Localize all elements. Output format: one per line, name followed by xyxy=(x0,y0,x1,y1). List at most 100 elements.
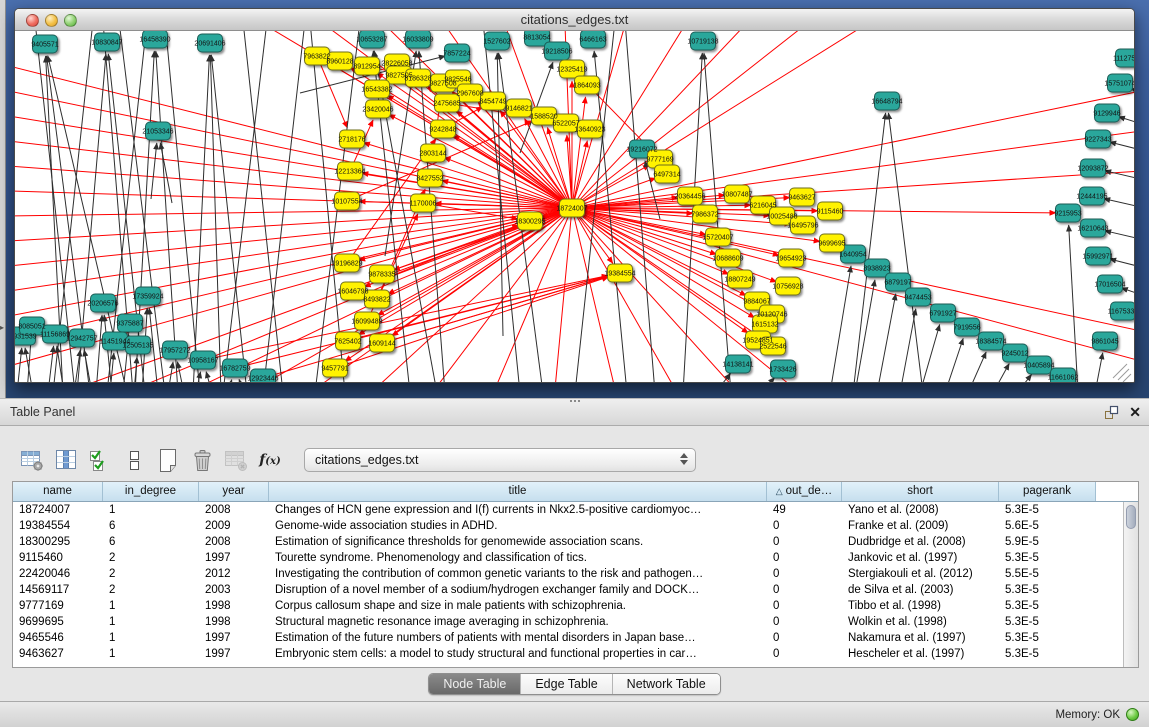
network-node-label: 10405894 xyxy=(1023,363,1054,370)
delete-columns-icon[interactable] xyxy=(188,447,216,473)
network-node-label: 6791927 xyxy=(929,311,956,318)
delete-table-icon[interactable] xyxy=(222,447,250,473)
table-cell: Stergiakouli et al. (2012) xyxy=(842,566,999,582)
table-row[interactable]: 1830029562008Estimation of significance … xyxy=(13,534,1123,550)
network-node-label: 16210643 xyxy=(1077,226,1108,233)
table-cell: 5.3E-5 xyxy=(999,614,1096,630)
combo-arrows-icon xyxy=(680,453,688,465)
show-columns-icon[interactable] xyxy=(52,447,80,473)
table-mode-icon[interactable] xyxy=(18,447,46,473)
table-row[interactable]: 1456911722003Disruption of a novel membe… xyxy=(13,582,1123,598)
column-header-pagerank[interactable]: pagerank xyxy=(999,482,1096,501)
table-cell: 49 xyxy=(767,502,842,518)
table-row[interactable]: 2242004622012Investigating the contribut… xyxy=(13,566,1123,582)
table-row[interactable]: 946362711997Embryonic stem cells: a mode… xyxy=(13,646,1123,662)
network-node-label: 6879197 xyxy=(884,280,911,287)
network-window[interactable]: citations_edges.txt 94055711083084716458… xyxy=(14,8,1135,383)
table-cell: 0 xyxy=(767,534,842,550)
table-cell: 9463627 xyxy=(13,646,103,662)
table-cell: 0 xyxy=(767,646,842,662)
network-node-label: 21053346 xyxy=(142,129,173,136)
table-cell: 5.3E-5 xyxy=(999,550,1096,566)
panel-collapse-handle[interactable]: ▸ xyxy=(0,320,7,336)
table-cell: 1 xyxy=(103,614,199,630)
network-node-label: 19218506 xyxy=(541,49,572,56)
float-window-icon[interactable] xyxy=(1104,405,1119,420)
table-cell: 5.3E-5 xyxy=(999,646,1096,662)
table-scrollbar[interactable] xyxy=(1123,502,1138,667)
network-node-label: 10120746 xyxy=(756,312,787,319)
function-builder-icon[interactable]: f(x) xyxy=(256,447,284,473)
network-node-label: 13640923 xyxy=(574,127,605,134)
table-cell: 5.3E-5 xyxy=(999,598,1096,614)
network-node-label: 9215953 xyxy=(1054,211,1081,218)
network-node-label: 16782759 xyxy=(219,366,250,373)
column-header-title[interactable]: title xyxy=(269,482,767,501)
network-node-label: 2475685 xyxy=(433,101,460,108)
close-icon[interactable]: ✕ xyxy=(1129,404,1141,420)
table-row[interactable]: 977716911998Corpus callosum shape and si… xyxy=(13,598,1123,614)
network-node-label: 18807249 xyxy=(724,277,755,284)
select-all-icon[interactable] xyxy=(86,447,114,473)
left-panel-edge: ▸ xyxy=(0,0,6,398)
column-header-short[interactable]: short xyxy=(842,482,999,501)
column-header-name[interactable]: name xyxy=(13,482,103,501)
network-node-label: 9861045 xyxy=(1091,339,1118,346)
network-node-label: 1609144 xyxy=(368,341,395,348)
network-node-label: 8493822 xyxy=(363,297,390,304)
new-column-icon[interactable] xyxy=(154,447,182,473)
network-node-label: 2522546 xyxy=(759,344,786,351)
table-row[interactable]: 946554611997Estimation of the future num… xyxy=(13,630,1123,646)
network-node-label: 3931539 xyxy=(15,334,37,341)
column-header-year[interactable]: year xyxy=(199,482,269,501)
node-table[interactable]: namein_degreeyeartitle△out_de…shortpager… xyxy=(12,481,1139,668)
tab-edge-table[interactable]: Edge Table xyxy=(521,674,612,694)
table-cell: 18300295 xyxy=(13,534,103,550)
table-cell: 1997 xyxy=(199,550,269,566)
table-cell: Disruption of a novel member of a sodium… xyxy=(269,582,767,598)
network-node-label: 2803144 xyxy=(419,151,446,158)
table-cell: 18724007 xyxy=(13,502,103,518)
table-cell: 1998 xyxy=(199,614,269,630)
network-window-titlebar[interactable]: citations_edges.txt xyxy=(15,9,1134,31)
memory-status-indicator-icon[interactable] xyxy=(1126,708,1139,721)
network-canvas[interactable]: 9405571108308471645839020691406106532871… xyxy=(15,31,1134,382)
table-cell: Nakamura et al. (1997) xyxy=(842,630,999,646)
table-row[interactable]: 1872400712008Changes of HCN gene express… xyxy=(13,502,1123,518)
table-cell: 9777169 xyxy=(13,598,103,614)
table-cell: 9699695 xyxy=(13,614,103,630)
table-cell: 2009 xyxy=(199,518,269,534)
network-node-label: 6466163 xyxy=(579,37,606,44)
network-node-label: 9146821 xyxy=(505,106,532,113)
network-node-label: 16543382 xyxy=(361,87,392,94)
network-node-label: 9242848 xyxy=(429,127,456,134)
column-header-in_degree[interactable]: in_degree xyxy=(103,482,199,501)
network-node-label: 9463627 xyxy=(788,195,815,202)
table-cell: Tourette syndrome. Phenomenology and cla… xyxy=(269,550,767,566)
network-node-label: 9457791 xyxy=(321,366,348,373)
table-cell: 2 xyxy=(103,582,199,598)
network-node-label: 16648794 xyxy=(871,99,902,106)
table-cell: Estimation of the future numbers of pati… xyxy=(269,630,767,646)
clear-selection-icon[interactable] xyxy=(120,447,148,473)
network-node-label: 20691406 xyxy=(194,41,225,48)
table-cell: de Silva et al. (2003) xyxy=(842,582,999,598)
network-node-label: 2967608 xyxy=(456,91,483,98)
tab-node-table[interactable]: Node Table xyxy=(429,674,521,694)
table-row[interactable]: 969969511998Structural magnetic resonanc… xyxy=(13,614,1123,630)
network-node-label: 9777169 xyxy=(646,157,673,164)
network-node-label: 9245012 xyxy=(1001,351,1028,358)
tab-network-table[interactable]: Network Table xyxy=(613,674,720,694)
network-node-label: 7857224 xyxy=(443,51,470,58)
table-selector[interactable]: citations_edges.txt xyxy=(304,448,696,472)
splitter-grip[interactable] xyxy=(570,400,580,405)
network-node-label: 16099489 xyxy=(351,319,382,326)
table-row[interactable]: 1938455462009Genome-wide association stu… xyxy=(13,518,1123,534)
table-scrollbar-thumb[interactable] xyxy=(1126,505,1136,529)
network-node-label: 1864093 xyxy=(573,83,600,90)
column-header-out_de[interactable]: △out_de… xyxy=(767,482,842,501)
table-row[interactable]: 911546021997Tourette syndrome. Phenomeno… xyxy=(13,550,1123,566)
table-cell: 9115460 xyxy=(13,550,103,566)
network-node-label: 10025488 xyxy=(766,214,797,221)
table-cell: 2 xyxy=(103,566,199,582)
